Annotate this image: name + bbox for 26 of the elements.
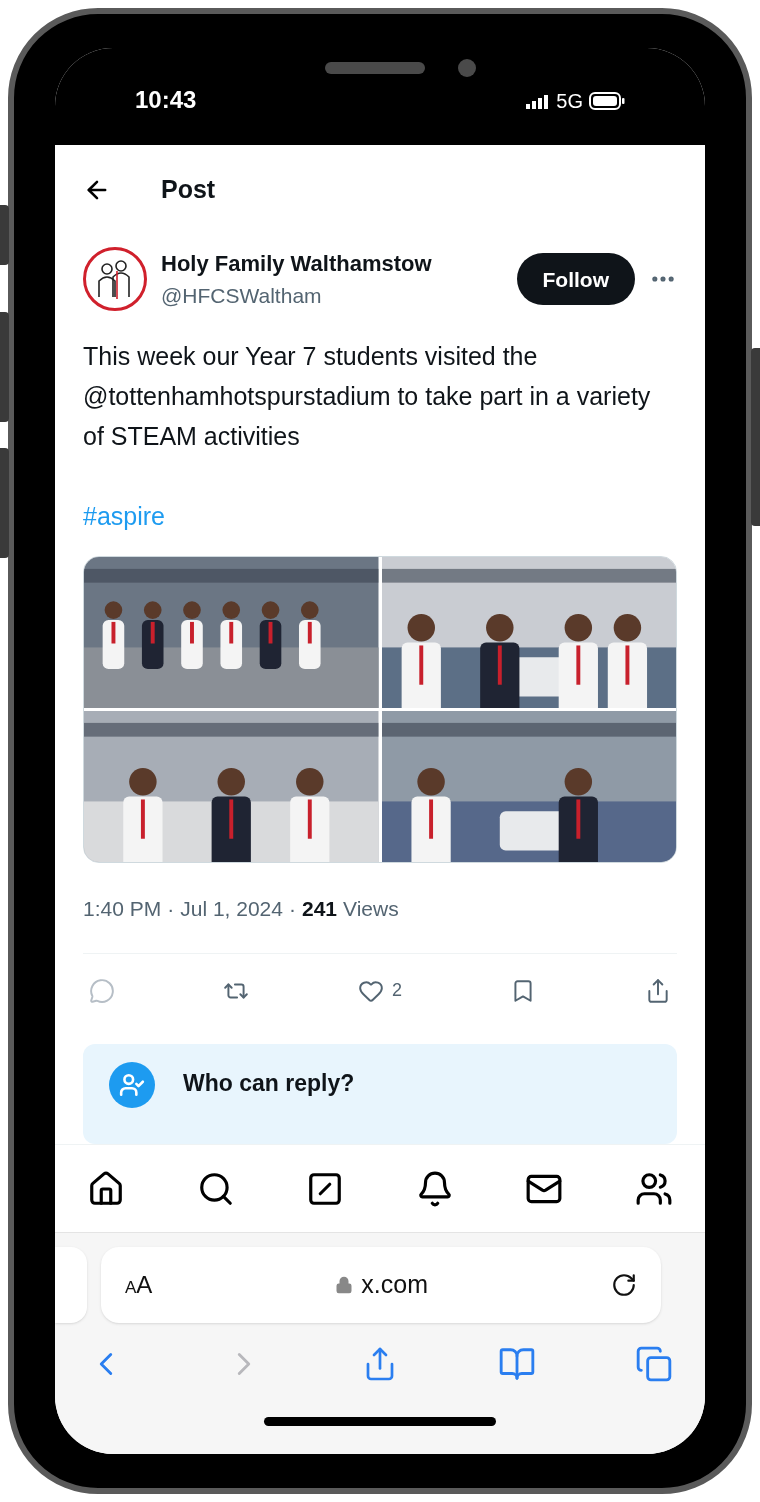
like-count: 2 [391, 979, 402, 1003]
lock-icon [335, 1276, 354, 1294]
post-date: Jul 1, 2024 [180, 896, 283, 923]
page-title: Post [161, 174, 216, 206]
text-size-button[interactable]: AA [125, 1267, 153, 1303]
reload-icon[interactable] [611, 1272, 637, 1298]
url-text: x.com [361, 1269, 428, 1301]
author-name[interactable]: Holy Family Walthamstow [161, 247, 432, 280]
views-label: Views [343, 896, 399, 923]
status-time: 10:43 [135, 85, 197, 115]
address-bar[interactable]: AA x.com [101, 1247, 661, 1323]
follow-button[interactable]: Follow [516, 253, 635, 306]
author-handle[interactable]: @HFCSWaltham [161, 280, 432, 312]
home-icon[interactable] [87, 1169, 125, 1208]
post-text: This week our Year 7 students visited the @tottenhamhotspurstadium to take part in a variety of STEAM activities [83, 340, 652, 452]
network-label: 5G [556, 89, 583, 114]
reply-notice-title: Who can reply? [183, 1069, 355, 1098]
separator-dot: · [288, 896, 296, 923]
signal-icon [526, 93, 551, 109]
battery-icon [589, 92, 625, 110]
book-icon[interactable] [497, 1345, 536, 1383]
view-count: 241 [301, 896, 337, 923]
separator-dot: · [167, 896, 175, 923]
post-time: 1:40 PM [83, 896, 162, 923]
user-check-icon [109, 1062, 155, 1108]
tabs-icon[interactable] [635, 1345, 673, 1383]
